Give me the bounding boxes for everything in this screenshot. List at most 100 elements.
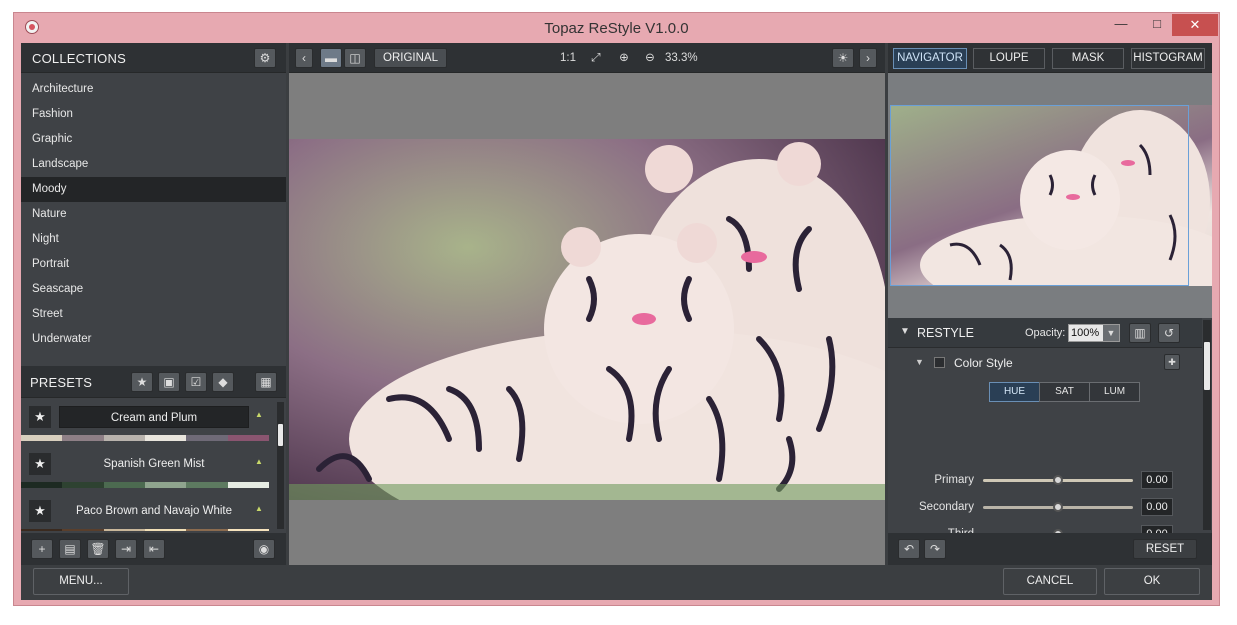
footer-bar: MENU... CANCEL OK [21,565,1212,600]
color-swatch [103,482,145,488]
color-swatch [186,529,228,531]
presets-list: ★ Cream and Plum ▲ ★ Spanish Green Mist ▲ ★ Pac… [21,399,286,531]
export-icon[interactable]: ⇤ [143,539,165,559]
minimize-button[interactable]: — [1110,14,1132,36]
slider-row: Primary 0.00 [888,470,1198,492]
slider-value-field[interactable]: 0.00 [1141,498,1173,516]
collection-item[interactable]: Architecture [21,77,286,102]
collections-header: COLLECTIONS ⚙ [21,43,286,73]
slider-group: Primary0.00Secondary0.00Third0.00Fourth0… [888,318,1202,570]
tab-mask[interactable]: MASK [1052,48,1124,69]
preview-image[interactable] [289,139,885,500]
preset-name: Paco Brown and Navajo White [76,505,232,517]
zoom-level: 33.3% [665,52,698,64]
tab-navigator[interactable]: NAVIGATOR [893,48,967,69]
preset-name: Cream and Plum [59,406,249,428]
tab-loupe[interactable]: LOUPE [973,48,1045,69]
preset-item[interactable]: ★ Paco Brown and Navajo White ▲ [21,495,277,531]
import-icon[interactable]: ⇥ [115,539,137,559]
collection-item[interactable]: Portrait [21,252,286,277]
chevron-left-icon[interactable]: ‹ [295,48,313,68]
menu-button[interactable]: MENU... [33,568,129,595]
tigers-photo [289,139,885,500]
cancel-button[interactable]: CANCEL [1003,568,1097,595]
navigator-viewport-frame[interactable] [890,105,1189,286]
right-footer: ↶ ↷ RESET [888,533,1212,565]
navigator-thumbnail[interactable] [890,105,1212,286]
collection-item[interactable]: Night [21,227,286,252]
maximize-button[interactable]: □ [1146,14,1168,36]
collection-item[interactable]: Street [21,302,286,327]
slider-thumb[interactable] [1053,502,1063,512]
trash-icon[interactable]: 🗑 [87,539,109,559]
color-swatch [62,529,104,531]
redo-icon[interactable]: ↷ [924,539,946,559]
slider-label: Primary [934,474,974,486]
lightbulb-icon[interactable]: ☀ [832,48,854,68]
ok-button[interactable]: OK [1104,568,1200,595]
checked-presets-icon[interactable]: ☑ [185,372,207,392]
split-view-icon[interactable]: ◫ [344,48,366,68]
add-icon[interactable]: + [31,539,53,559]
color-swatch [21,482,63,488]
slider-value-field[interactable]: 0.00 [1141,471,1173,489]
color-swatch [144,482,187,488]
color-swatch [227,529,269,531]
star-icon[interactable]: ★ [29,406,51,428]
color-swatch [62,482,104,488]
zoom-out-icon[interactable]: ⊖ [639,48,661,68]
restyle-scroll-thumb[interactable] [1204,342,1210,390]
preset-marker-icon: ▲ [255,457,263,466]
preset-marker-icon: ▲ [255,504,263,513]
color-swatch [21,435,63,441]
preset-item[interactable]: ★ Spanish Green Mist ▲ [21,448,277,495]
preset-item[interactable]: ★ Cream and Plum ▲ [21,401,277,448]
slider-label: Secondary [919,501,974,513]
color-swatch [227,435,269,441]
preset-marker-icon: ▲ [255,410,263,419]
tab-histogram[interactable]: HISTOGRAM [1131,48,1205,69]
preview-panel: ‹ ▬ ◫ ORIGINAL 1:1 ⤢ ⊕ ⊖ 33.3% ☀ › [289,43,885,565]
slider-track[interactable] [983,475,1133,485]
original-button[interactable]: ORIGINAL [374,48,447,68]
color-swatch [186,435,228,441]
preset-color-strip [21,482,269,488]
collection-item[interactable]: Landscape [21,152,286,177]
tag-icon[interactable]: ◆ [212,372,234,392]
presets-title: PRESETS [30,375,93,390]
grid-view-icon[interactable]: ▦ [255,372,277,392]
chevron-right-icon[interactable]: › [859,48,877,68]
slider-thumb[interactable] [1053,475,1063,485]
gear-icon[interactable]: ⚙ [254,48,276,68]
collection-item[interactable]: Nature [21,202,286,227]
collection-item[interactable]: Moody [21,177,286,202]
collection-item[interactable]: Seascape [21,277,286,302]
close-button[interactable]: ✕ [1172,14,1218,36]
preview-toolbar: ‹ ▬ ◫ ORIGINAL 1:1 ⤢ ⊕ ⊖ 33.3% ☀ › [289,43,885,73]
favorite-presets-icon[interactable]: ★ [131,372,153,392]
collection-item[interactable]: Fashion [21,102,286,127]
app-window: Topaz ReStyle V1.0.0 — □ ✕ COLLECTIONS ⚙… [13,12,1220,606]
restyle-panel: ▼ RESTYLE Opacity: 100% ▼ ▥ ↺ ▼ Color St… [888,318,1212,570]
presets-scrollbar[interactable] [277,402,284,529]
single-view-icon[interactable]: ▬ [320,48,342,68]
restyle-scrollbar[interactable] [1203,320,1211,530]
slider-track[interactable] [983,502,1133,512]
document-icon[interactable]: ▤ [59,539,81,559]
zoom-in-icon[interactable]: ⊕ [613,48,635,68]
star-icon[interactable]: ★ [29,500,51,522]
navigator-area [888,73,1212,318]
fit-screen-icon[interactable]: ⤢ [585,48,607,68]
star-icon[interactable]: ★ [29,453,51,475]
preset-name: Spanish Green Mist [103,458,205,470]
zoom-1to1-button[interactable]: 1:1 [557,48,579,68]
reset-button[interactable]: RESET [1133,539,1197,559]
undo-icon[interactable]: ↶ [898,539,920,559]
camera-icon[interactable]: ◉ [253,539,275,559]
collection-presets-icon[interactable]: ▣ [158,372,180,392]
presets-scroll-thumb[interactable] [278,424,283,446]
collection-item[interactable]: Underwater [21,327,286,352]
client-area: COLLECTIONS ⚙ Architecture Fashion Graphic… [21,43,1212,600]
color-swatch [227,482,269,488]
collection-item[interactable]: Graphic [21,127,286,152]
